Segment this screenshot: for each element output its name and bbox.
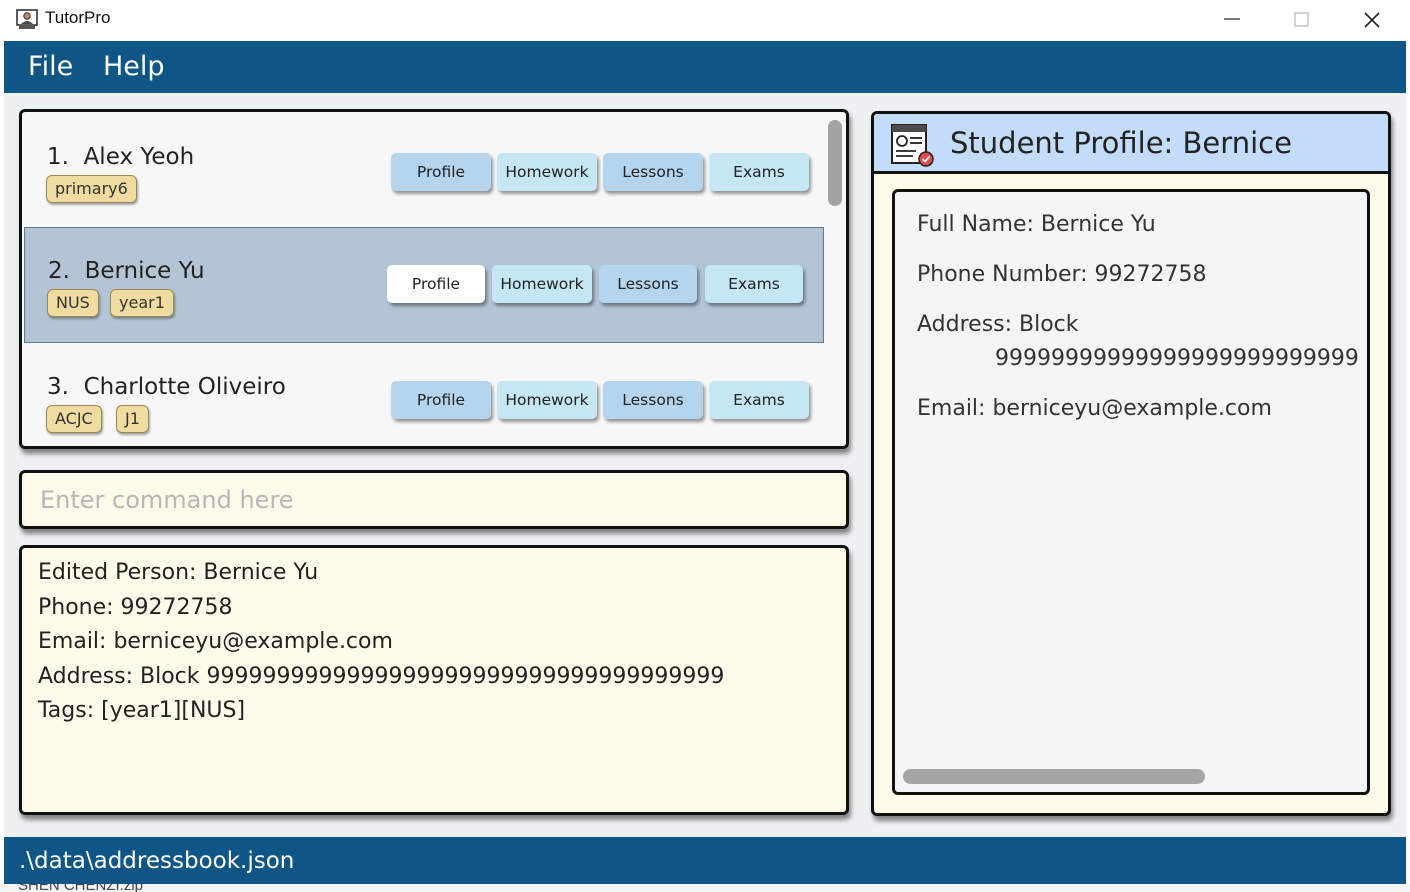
maximize-button[interactable] (1267, 0, 1337, 40)
maximize-icon (1294, 12, 1309, 27)
profile-details: Full Name: Bernice Yu Phone Number: 9927… (892, 189, 1370, 795)
tag: ACJC (46, 405, 102, 433)
tag: J1 (116, 405, 149, 433)
address-value: 99999999999999999999999999 (995, 346, 1359, 371)
student-name: 3. Charlotte Oliveiro (47, 374, 286, 400)
app-icon (16, 9, 38, 29)
result-line: Tags: [year1][NUS] (38, 698, 246, 723)
app-title: TutorPro (45, 8, 111, 27)
profile-button[interactable]: Profile (391, 153, 491, 191)
profile-button[interactable]: Profile (391, 381, 491, 419)
command-input[interactable] (40, 481, 820, 519)
profile-title: Student Profile: Bernice (950, 126, 1292, 160)
student-name: 2. Bernice Yu (48, 258, 205, 284)
homework-button[interactable]: Homework (497, 153, 597, 191)
result-line: Email: berniceyu@example.com (38, 629, 393, 654)
address-label: Address: Block (917, 312, 1079, 337)
menu-file[interactable]: File (28, 51, 73, 82)
phone-field: Phone Number: 99272758 (917, 262, 1207, 287)
menu-bar: File Help (4, 41, 1406, 93)
student-profile-panel: Student Profile: Bernice Full Name: Bern… (871, 111, 1391, 816)
tag: primary6 (46, 175, 137, 203)
tag: year1 (110, 289, 174, 317)
exams-button[interactable]: Exams (709, 381, 809, 419)
file-path: .\data\addressbook.json (19, 848, 295, 874)
profile-card-icon (891, 124, 934, 167)
menu-help[interactable]: Help (103, 51, 165, 82)
status-bar: .\data\addressbook.json (4, 837, 1406, 884)
profile-button[interactable]: Profile (387, 265, 485, 303)
profile-horizontal-scrollbar[interactable] (895, 764, 1367, 788)
list-scrollbar[interactable] (828, 120, 842, 206)
homework-button[interactable]: Homework (492, 265, 592, 303)
exams-button[interactable]: Exams (709, 153, 809, 191)
student-card-1[interactable]: 1. Alex Yeoh primary6 Profile Homework L… (24, 114, 824, 228)
result-display: Edited Person: Bernice Yu Phone: 9927275… (19, 545, 849, 815)
homework-button[interactable]: Homework (497, 381, 597, 419)
full-name-field: Full Name: Bernice Yu (917, 212, 1156, 237)
lessons-button[interactable]: Lessons (599, 265, 697, 303)
close-button[interactable] (1337, 0, 1407, 40)
result-line: Address: Block 9999999999999999999999999… (38, 664, 725, 689)
student-card-2[interactable]: 2. Bernice Yu NUS year1 Profile Homework… (24, 227, 824, 343)
background-window-strip: SHEN CHENZI.zip (0, 884, 1410, 892)
scrollbar-thumb[interactable] (903, 769, 1205, 784)
result-line: Edited Person: Bernice Yu (38, 560, 319, 585)
minimize-icon (1224, 18, 1240, 20)
window-titlebar[interactable]: TutorPro (0, 0, 1410, 41)
tag: NUS (47, 289, 99, 317)
student-list[interactable]: 1. Alex Yeoh primary6 Profile Homework L… (19, 109, 849, 449)
lessons-button[interactable]: Lessons (603, 381, 703, 419)
email-field: Email: berniceyu@example.com (917, 396, 1272, 421)
minimize-button[interactable] (1197, 0, 1267, 40)
profile-header: Student Profile: Bernice (874, 114, 1388, 174)
lessons-button[interactable]: Lessons (603, 153, 703, 191)
student-name: 1. Alex Yeoh (47, 144, 195, 170)
exams-button[interactable]: Exams (705, 265, 803, 303)
student-card-3[interactable]: 3. Charlotte Oliveiro ACJC J1 Profile Ho… (24, 344, 824, 446)
background-text: SHEN CHENZI.zip (18, 884, 143, 892)
result-line: Phone: 99272758 (38, 595, 233, 620)
command-box (19, 470, 849, 529)
close-icon (1364, 12, 1380, 28)
